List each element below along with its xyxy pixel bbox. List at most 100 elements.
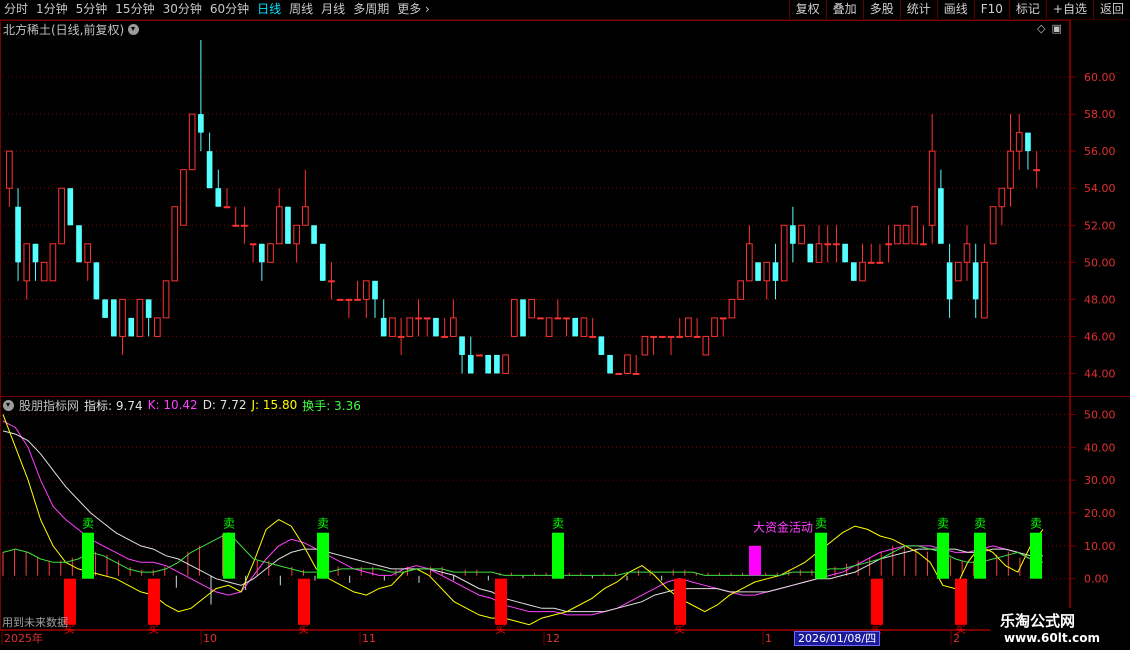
candle-body [1015,132,1023,152]
sell-signal-bar-6 [974,532,986,579]
candle-body [145,299,152,318]
candle-body [911,206,919,245]
period-tab-0[interactable]: 分时 [0,0,32,19]
indicator-name: 股朋指标网 [19,398,80,413]
toolbar-button-6[interactable]: 标记 [1008,0,1046,19]
sell-signal-bar-7 [1030,532,1042,579]
candle-body [380,317,387,337]
buy-label-4: 买 [674,623,685,636]
maximize-icon[interactable]: ▣ [1051,22,1061,35]
indicator-value-2: D: 7.72 [202,398,247,412]
candle-body [632,372,640,375]
candle-body [485,354,492,374]
candle-body [397,335,405,338]
candle-body [76,225,82,263]
indicator-value-3: J: 15.80 [251,398,298,412]
indicator-value-0: 指标: 9.74 [84,398,143,413]
toolbar-button-7[interactable]: +自选 [1045,0,1093,19]
period-tab-4[interactable]: 30分钟 [159,0,206,19]
candle-body [476,354,483,357]
candle-body [598,336,605,355]
candle-body [658,335,666,338]
toolbar-button-4[interactable]: 画线 [936,0,974,19]
sell-label-6: 卖 [974,517,986,531]
sell-label-0: 卖 [82,517,94,531]
period-tab-2[interactable]: 5分钟 [72,0,112,19]
price-tick-label-5: 50.00 [1084,256,1116,269]
candle-body [154,317,161,337]
candle-body [302,206,309,226]
candle-body [198,114,204,133]
candle-body [815,243,823,263]
candle-body [110,299,117,337]
candle-body [563,317,570,320]
candle-body [67,188,74,226]
candle-body [128,317,135,337]
candle-body [772,262,779,281]
candle-body [624,354,631,374]
buy-signal-bar-2 [298,578,310,625]
candle-body [954,261,962,282]
candle-body [6,150,13,189]
date-label-0: 2025年 [4,631,43,645]
candle-body [946,262,953,300]
toolbar-button-5[interactable]: F10 [973,0,1009,19]
candle-body [415,317,422,320]
candle-body [859,261,866,282]
candle-body [746,243,753,282]
toolbar-button-3[interactable]: 统计 [899,0,937,19]
candle-body [685,317,692,337]
period-toolbar: 分时 1分钟 5分钟 15分钟 30分钟 60分钟 日线 周线 月线 多周期 更多 › 复权 叠加 多股… [0,0,1130,20]
toolbar-button-8[interactable]: 返回 [1092,0,1130,19]
candle-body [981,261,988,319]
date-label-3: 12 [546,632,560,645]
candle-body [702,335,710,356]
dropdown-icon[interactable] [128,23,140,35]
candle-body [850,262,857,281]
toolbar-button-1[interactable]: 叠加 [825,0,863,19]
candle-body [1007,150,1014,189]
period-tab-1[interactable]: 1分钟 [32,0,72,19]
indicator-tick-label-2: 30.00 [1084,474,1116,487]
indicator-tick-label-4: 10.00 [1084,540,1116,553]
candle-body [676,335,684,338]
candle-body [572,317,579,337]
candle-body [920,243,927,246]
candle-body [545,317,553,337]
candle-body [641,335,649,356]
candle-body [15,206,21,263]
candle-body [319,243,326,281]
candle-body [32,243,39,263]
series-line-3 [2,532,1044,576]
toolbar-button-0[interactable]: 复权 [788,0,826,19]
period-tab-8[interactable]: 月线 [317,0,349,19]
candle-body [328,280,335,283]
indicator-dropdown-icon[interactable] [3,399,14,411]
period-tab-5[interactable]: 60分钟 [206,0,253,19]
candle-body [728,298,736,319]
price-tick-label-7: 46.00 [1084,330,1116,343]
period-tab-9[interactable]: 多周期 [349,0,393,19]
sell-label-7: 卖 [1030,517,1042,531]
candle-body [362,280,370,300]
candle-body [450,317,457,337]
candle-body [876,261,884,264]
candle-body [119,298,126,337]
candle-body [928,150,936,226]
price-tick-label-0: 60.00 [1084,71,1116,84]
period-tab-7[interactable]: 周线 [285,0,317,19]
candle-body [807,243,814,263]
date-label-2: 11 [362,632,376,645]
candle-body [84,243,92,263]
period-tab-3[interactable]: 15分钟 [111,0,158,19]
candle-body [780,224,788,282]
kline-chart[interactable]: 60.00 58.00 56.00 54.00 52.00 50.00 48.00 46.00… [0,20,1130,650]
candle-body [345,298,353,301]
candle-body [258,243,265,263]
diamond-icon[interactable]: ◇ [1037,22,1045,35]
period-tab-10[interactable]: 更多 › [393,0,434,19]
period-tab-6[interactable]: 日线 [253,0,285,19]
toolbar-button-2[interactable]: 多股 [862,0,900,19]
plot-border [0,20,1070,630]
indicator-tick-label-0: 50.00 [1084,408,1116,421]
